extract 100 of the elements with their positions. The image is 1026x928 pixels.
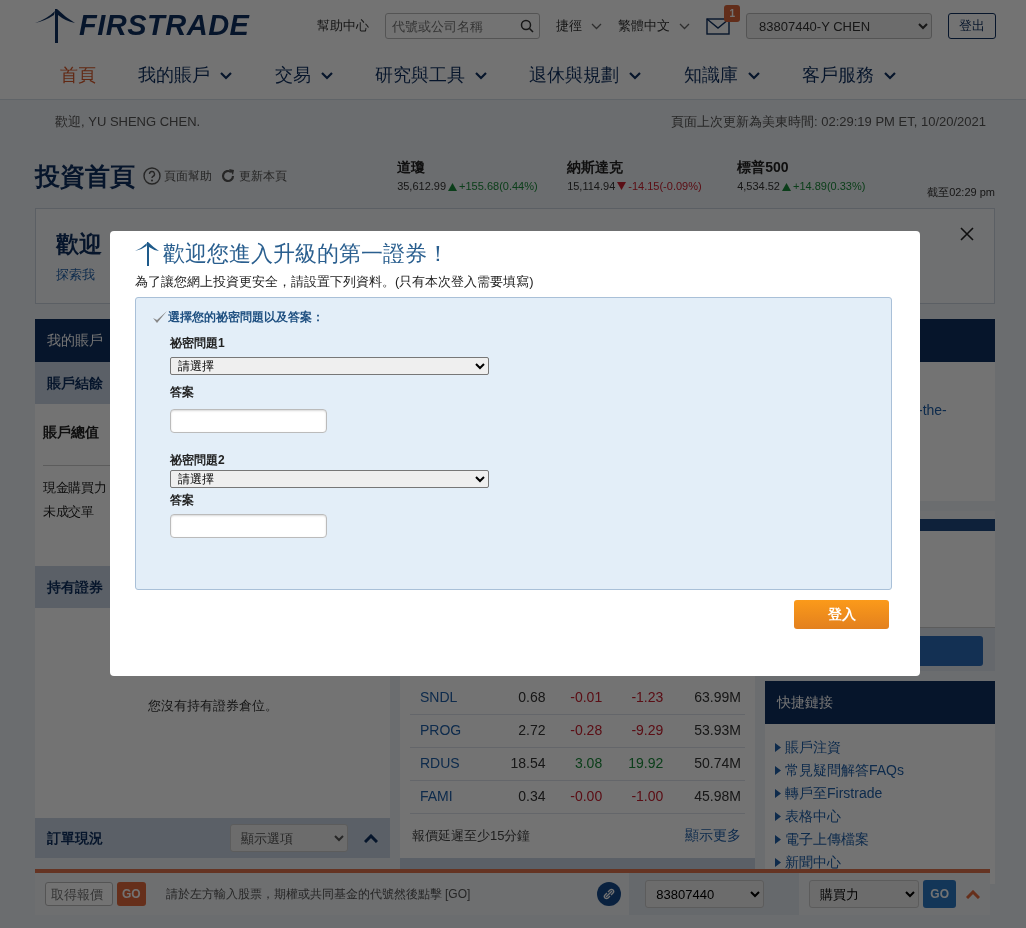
answer-label: 答案 [170,384,195,401]
options-select[interactable]: 顯示選項 [230,824,348,852]
caret-up-icon[interactable] [364,833,378,843]
nav-tab[interactable]: 首頁 [60,62,96,89]
nav-tab[interactable]: 知識庫 [683,62,760,89]
page-help-link[interactable]: 頁面幫助 [143,167,212,185]
quick-link[interactable]: 賬戶注資 [775,736,985,759]
balance-label: 現金購買力 [43,481,107,495]
table-cell: 2.72 [488,714,550,747]
login-button[interactable]: 登入 [794,599,889,629]
table-cell: -1.00 [606,780,668,813]
stock-symbol-link[interactable]: RDUS [420,755,460,771]
refresh-icon [220,168,236,184]
logo-text: FIRSTRADE [79,8,250,44]
index-change: -14.15(-0.09%) [628,179,702,195]
last-updated-text: 頁面上次更新為美東時間: 02:29:19 PM ET, 10/20/2021 [671,113,986,132]
table-cell: 50.74M [667,747,745,780]
table-cell: 45.98M [667,780,745,813]
language-menu[interactable]: 繁體中文 [618,16,690,36]
unread-count-badge: 1 [724,5,740,23]
question-select[interactable]: 請選擇 [170,470,489,488]
table-cell: -1.23 [606,681,668,714]
view-select[interactable]: 購買力 [809,880,920,908]
stock-symbol-link[interactable]: PROG [420,722,462,738]
table-cell: 0.68 [488,681,550,714]
question-select[interactable]: 請選擇 [170,356,489,375]
stock-symbol-link[interactable]: SNDL [420,688,458,705]
quick-link[interactable]: 轉戶至Firstrade [775,782,985,805]
caret-up-icon[interactable] [966,889,980,899]
caret-icon [591,22,602,30]
triangle-bullet-icon [775,789,781,798]
table-cell: 19.92 [606,747,668,780]
question-label: 祕密問題1 [170,334,226,352]
account-select[interactable]: 83807440-Y CHEN [746,13,932,39]
triangle-bullet-icon [775,766,781,775]
page-title: 投資首頁 [35,161,135,191]
refresh-link[interactable]: 更新本頁 [220,167,287,185]
quick-link[interactable]: 常見疑問解答FAQs [775,759,985,782]
help-icon [143,167,161,185]
empty-message: 您沒有持有證券倉位。 [147,698,278,713]
answer-field[interactable] [170,409,327,433]
table-cell: 18.54 [488,747,550,780]
logo-icon [135,241,159,266]
mail-icon[interactable] [706,18,730,36]
check-icon [152,309,168,324]
table-cell: 53.93M [667,714,745,747]
answer-field[interactable] [170,513,327,538]
panel-header: 快捷鏈接 [765,681,995,724]
triangle-bullet-icon [775,743,781,752]
quick-link[interactable]: 表格中心 [775,805,985,828]
go-button[interactable]: GO [923,880,956,908]
triangle-bullet-icon [775,835,781,844]
index-change: +14.89(0.33%) [792,179,866,195]
table-cell: -0.01 [549,681,607,714]
banner-text: 探索我 [56,265,96,284]
link-icon[interactable] [597,882,622,906]
nav-tab[interactable]: 研究與工具 [375,62,487,89]
logout-button[interactable]: 登出 [948,13,996,39]
logo-icon [35,9,75,43]
table-cell: -9.29 [606,714,668,747]
go-button[interactable]: GO [117,882,146,906]
balance-label: 未成交單 [43,505,94,519]
modal-title: 歡迎您進入升級的第一證券！ [163,240,449,268]
show-more-link[interactable]: 顯示更多 [685,825,741,846]
banner-title: 歡迎 [56,230,102,259]
table-cell: -0.28 [549,714,607,747]
question-label: 祕密問題2 [170,452,226,469]
nav-tab[interactable]: 客戶服務 [801,62,896,89]
table-cell: -0.00 [549,780,607,813]
index-name: 納斯達克 [567,158,625,178]
close-icon[interactable] [960,227,974,241]
index-name: 道瓊 [397,158,427,178]
caret-icon [679,22,690,30]
welcome-text: 歡迎, YU SHENG CHEN. [55,113,201,132]
as-of-time: 截至02:29 pm [927,184,995,200]
triangle-bullet-icon [775,812,781,821]
quote-field[interactable]: 取得報價 [45,882,113,906]
nav-tab[interactable]: 退休與規劃 [529,62,642,89]
index-name: 標普500 [737,158,790,178]
search-icon[interactable] [520,19,534,33]
answer-label: 答案 [170,491,195,509]
nav-tab[interactable]: 我的賬戶 [138,62,233,89]
orders-title: 訂單現況 [47,828,103,848]
table-cell: 3.08 [549,747,607,780]
help-link[interactable]: 幫助中心 [317,16,369,36]
modal-intro: 為了讓您網上投資更安全，請設置下列資料。(只有本次登入需要填寫) [135,273,535,291]
article-link[interactable]: -the- [918,402,947,418]
quick-link[interactable]: 電子上傳檔案 [775,828,985,851]
table-cell: 0.34 [488,780,550,813]
index-value: 15,114.94 [567,179,616,195]
delay-note: 報價延遲至少15分鐘 [412,826,531,845]
index-change: +155.68(0.44%) [459,179,538,195]
index-value: 35,612.99 [397,179,447,195]
table-cell: 63.99M [667,681,745,714]
stock-symbol-link[interactable]: FAMI [420,788,453,804]
quote-hint: 請於左方輸入股票，期權或共同基金的代號然後點擊 [GO] [165,886,471,903]
index-value: 4,534.52 [737,179,780,195]
nav-tab[interactable]: 交易 [274,62,333,89]
account-select[interactable]: 83807440 [645,880,765,908]
shortcuts-menu[interactable]: 捷徑 [556,16,602,36]
